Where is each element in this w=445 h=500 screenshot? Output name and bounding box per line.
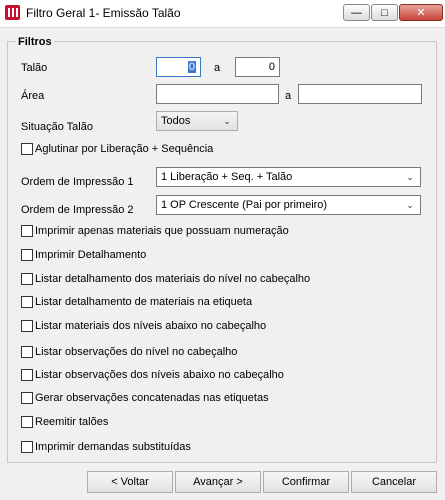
option-checkbox-demandas[interactable]: Imprimir demandas substituídas (21, 439, 191, 455)
chevron-down-icon: ⌄ (406, 199, 414, 210)
checkbox-box[interactable] (21, 369, 33, 381)
talao-from-input[interactable]: 0 (156, 57, 201, 77)
checkbox-box[interactable] (21, 296, 33, 308)
minimize-icon: — (351, 6, 362, 19)
option-label: Imprimir demandas substituídas (35, 441, 191, 453)
option-checkbox-observacoes-nivel[interactable]: Listar observações do nível no cabeçalho (21, 344, 237, 360)
chevron-down-icon: ⌄ (406, 171, 414, 182)
checkbox-box[interactable] (21, 225, 33, 237)
area-label: Área (21, 90, 45, 102)
ordem2-dropdown[interactable]: 1 OP Crescente (Pai por primeiro) ⌄ (156, 195, 421, 215)
ordem1-label: Ordem de Impressão 1 (21, 176, 134, 188)
maximize-icon: □ (381, 6, 388, 19)
ordem2-label: Ordem de Impressão 2 (21, 204, 134, 216)
talao-to-input[interactable]: 0 (235, 57, 280, 77)
option-label: Listar observações dos níveis abaixo no … (35, 369, 284, 381)
area-range-separator: a (285, 90, 292, 102)
option-label: Reemitir talões (35, 416, 109, 428)
app-logo-icon (5, 5, 20, 20)
chevron-down-icon: ⌄ (223, 115, 231, 126)
aglutinar-checkbox[interactable]: Aglutinar por Liberação + Sequência (21, 141, 213, 157)
checkbox-box[interactable] (21, 249, 33, 261)
ordem2-value: 1 OP Crescente (Pai por primeiro) (161, 199, 328, 211)
checkbox-box[interactable] (21, 346, 33, 358)
aglutinar-label: Aglutinar por Liberação + Sequência (35, 143, 214, 155)
confirm-button[interactable]: Confirmar (263, 471, 349, 493)
option-checkbox-observacoes-etiquetas[interactable]: Gerar observações concatenadas nas etiqu… (21, 390, 269, 406)
checkbox-box[interactable] (21, 320, 33, 332)
ordem1-dropdown[interactable]: 1 Liberação + Seq. + Talão ⌄ (156, 167, 421, 187)
next-button[interactable]: Avançar > (175, 471, 261, 493)
situacao-value: Todos (161, 115, 191, 127)
talao-to-value: 0 (268, 61, 275, 73)
talao-from-value: 0 (187, 61, 196, 73)
option-checkbox-detalhamento[interactable]: Imprimir Detalhamento (21, 247, 146, 263)
checkbox-box[interactable] (21, 416, 33, 428)
option-checkbox-materiais-niveis[interactable]: Listar materiais dos níveis abaixo no ca… (21, 318, 266, 334)
checkbox-box[interactable] (21, 441, 33, 453)
option-label: Listar detalhamento de materiais na etiq… (35, 296, 253, 308)
option-label: Listar materiais dos níveis abaixo no ca… (35, 320, 267, 332)
option-checkbox-observacoes-niveis[interactable]: Listar observações dos níveis abaixo no … (21, 367, 284, 383)
option-checkbox-reemitir[interactable]: Reemitir talões (21, 414, 108, 430)
filters-group-title: Filtros (16, 36, 54, 48)
minimize-button[interactable]: — (343, 4, 370, 21)
option-label: Gerar observações concatenadas nas etiqu… (35, 392, 269, 404)
close-button[interactable]: ✕ (399, 4, 443, 21)
option-label: Imprimir Detalhamento (35, 249, 147, 261)
checkbox-box[interactable] (21, 273, 33, 285)
option-label: Listar detalhamento dos materiais do nív… (35, 273, 311, 285)
situacao-label: Situação Talão (21, 121, 93, 133)
option-label: Listar observações do nível no cabeçalho (35, 346, 238, 358)
maximize-button[interactable]: □ (371, 4, 398, 21)
option-checkbox-detalhamento-cabecalho[interactable]: Listar detalhamento dos materiais do nív… (21, 271, 310, 287)
option-checkbox-detalhamento-etiqueta[interactable]: Listar detalhamento de materiais na etiq… (21, 294, 252, 310)
checkbox-box[interactable] (21, 143, 33, 155)
back-button[interactable]: < Voltar (87, 471, 173, 493)
checkbox-box[interactable] (21, 392, 33, 404)
cancel-button[interactable]: Cancelar (351, 471, 437, 493)
title-bar: Filtro Geral 1- Emissão Talão — □ ✕ (0, 0, 445, 28)
close-icon: ✕ (416, 7, 426, 19)
area-from-input[interactable] (156, 84, 279, 104)
ordem1-value: 1 Liberação + Seq. + Talão (161, 171, 293, 183)
talao-range-separator: a (214, 62, 221, 74)
area-to-input[interactable] (298, 84, 422, 104)
option-checkbox-numeracao[interactable]: Imprimir apenas materiais que possuam nu… (21, 223, 289, 239)
situacao-dropdown[interactable]: Todos ⌄ (156, 111, 238, 131)
talao-label: Talão (21, 62, 48, 74)
option-label: Imprimir apenas materiais que possuam nu… (35, 225, 289, 237)
window-title: Filtro Geral 1- Emissão Talão (26, 6, 181, 20)
